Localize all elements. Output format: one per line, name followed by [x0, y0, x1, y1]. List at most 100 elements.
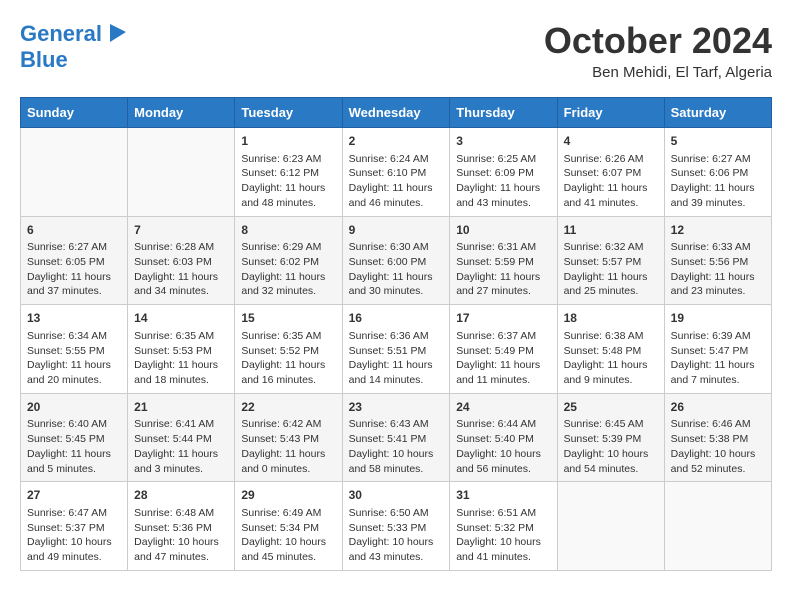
page-header: General Blue October 2024 Ben Mehidi, El…: [20, 20, 772, 81]
calendar-cell: 28 Sunrise: 6:48 AM Sunset: 5:36 PM Dayli…: [128, 482, 235, 571]
day-number: 24: [456, 399, 550, 416]
calendar-cell: [21, 128, 128, 217]
day-number: 22: [241, 399, 335, 416]
calendar-cell: 9Sunrise: 6:30 AM Sunset: 6:00 PM Daylig…: [342, 216, 450, 305]
day-number: 21: [134, 399, 228, 416]
day-number: 17: [456, 310, 550, 327]
day-info: Sunrise: 6:42 AM Sunset: 5:43 PM Dayligh…: [241, 417, 335, 476]
day-info: Sunrise: 6:49 AM Sunset: 5:34 PM Dayligh…: [241, 506, 335, 565]
logo-line1: General: [20, 21, 102, 46]
day-number: 10: [456, 222, 550, 239]
day-number: 25: [564, 399, 658, 416]
weekday-header-monday: Monday: [128, 98, 235, 128]
day-info: Sunrise: 6:28 AM Sunset: 6:03 PM Dayligh…: [134, 240, 228, 299]
calendar-cell: 21Sunrise: 6:41 AM Sunset: 5:44 PM Dayli…: [128, 393, 235, 482]
day-info: Sunrise: 6:35 AM Sunset: 5:52 PM Dayligh…: [241, 329, 335, 388]
weekday-header-tuesday: Tuesday: [235, 98, 342, 128]
calendar-cell: 14Sunrise: 6:35 AM Sunset: 5:53 PM Dayli…: [128, 305, 235, 394]
weekday-header-friday: Friday: [557, 98, 664, 128]
weekday-header-thursday: Thursday: [450, 98, 557, 128]
day-number: 6: [27, 222, 121, 239]
day-number: 29: [241, 487, 335, 504]
day-info: Sunrise: 6:23 AM Sunset: 6:12 PM Dayligh…: [241, 152, 335, 211]
day-info: Sunrise: 6:50 AM Sunset: 5:33 PM Dayligh…: [349, 506, 444, 565]
calendar-cell: 1 Sunrise: 6:23 AM Sunset: 6:12 PM Daylig…: [235, 128, 342, 217]
day-info: Sunrise: 6:45 AM Sunset: 5:39 PM Dayligh…: [564, 417, 658, 476]
day-number: 4: [564, 133, 658, 150]
calendar-cell: 12Sunrise: 6:33 AM Sunset: 5:56 PM Dayli…: [664, 216, 771, 305]
day-info: Sunrise: 6:43 AM Sunset: 5:41 PM Dayligh…: [349, 417, 444, 476]
day-number: 16: [349, 310, 444, 327]
day-number: 26: [671, 399, 765, 416]
day-number: 7: [134, 222, 228, 239]
day-number: 9: [349, 222, 444, 239]
day-info: Sunrise: 6:31 AM Sunset: 5:59 PM Dayligh…: [456, 240, 550, 299]
calendar-week-row: 1 Sunrise: 6:23 AM Sunset: 6:12 PM Daylig…: [21, 128, 772, 217]
weekday-header-row: SundayMondayTuesdayWednesdayThursdayFrid…: [21, 98, 772, 128]
calendar-cell: 10Sunrise: 6:31 AM Sunset: 5:59 PM Dayli…: [450, 216, 557, 305]
calendar-cell: 31Sunrise: 6:51 AM Sunset: 5:32 PM Dayli…: [450, 482, 557, 571]
calendar-week-row: 20Sunrise: 6:40 AM Sunset: 5:45 PM Dayli…: [21, 393, 772, 482]
calendar-cell: 5Sunrise: 6:27 AM Sunset: 6:06 PM Daylig…: [664, 128, 771, 217]
day-number: 20: [27, 399, 121, 416]
day-info: Sunrise: 6:30 AM Sunset: 6:00 PM Dayligh…: [349, 240, 444, 299]
calendar-week-row: 6Sunrise: 6:27 AM Sunset: 6:05 PM Daylig…: [21, 216, 772, 305]
day-info: Sunrise: 6:33 AM Sunset: 5:56 PM Dayligh…: [671, 240, 765, 299]
calendar-cell: 13Sunrise: 6:34 AM Sunset: 5:55 PM Dayli…: [21, 305, 128, 394]
day-number: 23: [349, 399, 444, 416]
calendar-cell: 4 Sunrise: 6:26 AM Sunset: 6:07 PM Daylig…: [557, 128, 664, 217]
day-number: 13: [27, 310, 121, 327]
day-info: Sunrise: 6:25 AM Sunset: 6:09 PM Dayligh…: [456, 152, 550, 211]
logo-icon: [104, 20, 132, 48]
calendar-cell: 24Sunrise: 6:44 AM Sunset: 5:40 PM Dayli…: [450, 393, 557, 482]
calendar-cell: 15 Sunrise: 6:35 AM Sunset: 5:52 PM Dayli…: [235, 305, 342, 394]
calendar-cell: 2Sunrise: 6:24 AM Sunset: 6:10 PM Daylig…: [342, 128, 450, 217]
month-title: October 2024: [544, 20, 772, 62]
calendar-cell: [128, 128, 235, 217]
day-info: Sunrise: 6:24 AM Sunset: 6:10 PM Dayligh…: [349, 152, 444, 211]
calendar-cell: 22Sunrise: 6:42 AM Sunset: 5:43 PM Dayli…: [235, 393, 342, 482]
logo: General Blue: [20, 20, 132, 72]
day-number: 15: [241, 310, 335, 327]
calendar-week-row: 13Sunrise: 6:34 AM Sunset: 5:55 PM Dayli…: [21, 305, 772, 394]
day-info: Sunrise: 6:39 AM Sunset: 5:47 PM Dayligh…: [671, 329, 765, 388]
calendar-cell: 26Sunrise: 6:46 AM Sunset: 5:38 PM Dayli…: [664, 393, 771, 482]
calendar-cell: 11Sunrise: 6:32 AM Sunset: 5:57 PM Dayli…: [557, 216, 664, 305]
day-info: Sunrise: 6:37 AM Sunset: 5:49 PM Dayligh…: [456, 329, 550, 388]
day-info: Sunrise: 6:48 AM Sunset: 5:36 PM Dayligh…: [134, 506, 228, 565]
logo-line2: Blue: [20, 47, 68, 72]
weekday-header-sunday: Sunday: [21, 98, 128, 128]
day-number: 28: [134, 487, 228, 504]
day-number: 18: [564, 310, 658, 327]
day-number: 1: [241, 133, 335, 150]
day-number: 30: [349, 487, 444, 504]
day-info: Sunrise: 6:38 AM Sunset: 5:48 PM Dayligh…: [564, 329, 658, 388]
weekday-header-wednesday: Wednesday: [342, 98, 450, 128]
day-info: Sunrise: 6:36 AM Sunset: 5:51 PM Dayligh…: [349, 329, 444, 388]
day-info: Sunrise: 6:27 AM Sunset: 6:06 PM Dayligh…: [671, 152, 765, 211]
day-number: 11: [564, 222, 658, 239]
day-info: Sunrise: 6:27 AM Sunset: 6:05 PM Dayligh…: [27, 240, 121, 299]
day-info: Sunrise: 6:40 AM Sunset: 5:45 PM Dayligh…: [27, 417, 121, 476]
day-number: 12: [671, 222, 765, 239]
day-number: 3: [456, 133, 550, 150]
day-info: Sunrise: 6:29 AM Sunset: 6:02 PM Dayligh…: [241, 240, 335, 299]
calendar-cell: 18 Sunrise: 6:38 AM Sunset: 5:48 PM Dayli…: [557, 305, 664, 394]
day-info: Sunrise: 6:46 AM Sunset: 5:38 PM Dayligh…: [671, 417, 765, 476]
calendar-cell: 29 Sunrise: 6:49 AM Sunset: 5:34 PM Dayli…: [235, 482, 342, 571]
calendar-cell: 25Sunrise: 6:45 AM Sunset: 5:39 PM Dayli…: [557, 393, 664, 482]
day-info: Sunrise: 6:26 AM Sunset: 6:07 PM Dayligh…: [564, 152, 658, 211]
calendar-cell: 30 Sunrise: 6:50 AM Sunset: 5:33 PM Dayli…: [342, 482, 450, 571]
calendar-cell: 27Sunrise: 6:47 AM Sunset: 5:37 PM Dayli…: [21, 482, 128, 571]
calendar-cell: 17 Sunrise: 6:37 AM Sunset: 5:49 PM Dayli…: [450, 305, 557, 394]
day-info: Sunrise: 6:41 AM Sunset: 5:44 PM Dayligh…: [134, 417, 228, 476]
day-number: 14: [134, 310, 228, 327]
calendar-cell: 6Sunrise: 6:27 AM Sunset: 6:05 PM Daylig…: [21, 216, 128, 305]
calendar-cell: 3 Sunrise: 6:25 AM Sunset: 6:09 PM Daylig…: [450, 128, 557, 217]
day-info: Sunrise: 6:47 AM Sunset: 5:37 PM Dayligh…: [27, 506, 121, 565]
calendar-cell: 19Sunrise: 6:39 AM Sunset: 5:47 PM Dayli…: [664, 305, 771, 394]
weekday-header-saturday: Saturday: [664, 98, 771, 128]
calendar-cell: 8Sunrise: 6:29 AM Sunset: 6:02 PM Daylig…: [235, 216, 342, 305]
calendar-cell: [557, 482, 664, 571]
day-info: Sunrise: 6:44 AM Sunset: 5:40 PM Dayligh…: [456, 417, 550, 476]
